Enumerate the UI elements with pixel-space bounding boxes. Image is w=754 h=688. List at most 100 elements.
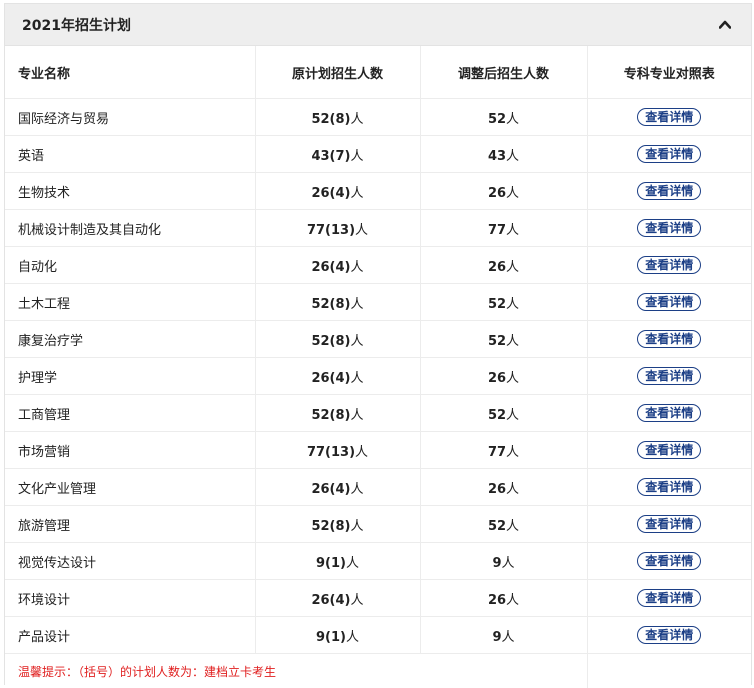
count-unit: 人 <box>351 519 364 534</box>
adjusted-plan-count: 52人 <box>420 321 587 358</box>
comparison-cell: 查看详情 <box>587 543 751 580</box>
comparison-cell: 查看详情 <box>587 99 751 136</box>
view-details-button[interactable]: 查看详情 <box>637 404 701 422</box>
view-details-button[interactable]: 查看详情 <box>637 441 701 459</box>
original-plan-count: 43(7)人 <box>255 136 420 173</box>
view-details-button[interactable]: 查看详情 <box>637 552 701 570</box>
comparison-cell: 查看详情 <box>587 580 751 617</box>
original-plan-count: 52(8)人 <box>255 99 420 136</box>
count-unit: 人 <box>351 334 364 349</box>
count-unit: 人 <box>351 112 364 127</box>
count-unit: 人 <box>351 297 364 312</box>
original-count-value: 77(13) <box>307 223 355 238</box>
adjusted-plan-count: 26人 <box>420 580 587 617</box>
adjusted-count-value: 26 <box>488 371 506 386</box>
comparison-cell: 查看详情 <box>587 284 751 321</box>
count-unit: 人 <box>506 186 519 201</box>
original-count-value: 52(8) <box>311 334 350 349</box>
major-name: 国际经济与贸易 <box>5 99 255 136</box>
count-unit: 人 <box>351 482 364 497</box>
table-row: 旅游管理52(8)人52人查看详情 <box>5 506 751 543</box>
view-details-button[interactable]: 查看详情 <box>637 145 701 163</box>
view-details-button[interactable]: 查看详情 <box>637 589 701 607</box>
adjusted-plan-count: 43人 <box>420 136 587 173</box>
enrollment-plan-panel: 2021年招生计划 专业名称 原计划招生人数 调整后招生人数 专科专业对照表 国… <box>4 3 752 685</box>
adjusted-plan-count: 26人 <box>420 173 587 210</box>
original-plan-count: 9(1)人 <box>255 617 420 654</box>
original-plan-count: 26(4)人 <box>255 173 420 210</box>
original-plan-count: 9(1)人 <box>255 543 420 580</box>
comparison-cell: 查看详情 <box>587 617 751 654</box>
adjusted-count-value: 52 <box>488 297 506 312</box>
adjusted-count-value: 52 <box>488 112 506 127</box>
table-row: 市场营销77(13)人77人查看详情 <box>5 432 751 469</box>
adjusted-count-value: 26 <box>488 260 506 275</box>
count-unit: 人 <box>506 593 519 608</box>
adjusted-plan-count: 26人 <box>420 469 587 506</box>
count-unit: 人 <box>351 260 364 275</box>
view-details-button[interactable]: 查看详情 <box>637 108 701 126</box>
enrollment-table: 专业名称 原计划招生人数 调整后招生人数 专科专业对照表 国际经济与贸易52(8… <box>5 46 751 688</box>
collapse-button[interactable] <box>715 15 735 35</box>
adjusted-plan-count: 52人 <box>420 99 587 136</box>
adjusted-plan-count: 26人 <box>420 358 587 395</box>
major-name: 环境设计 <box>5 580 255 617</box>
major-name: 土木工程 <box>5 284 255 321</box>
original-count-value: 43(7) <box>311 149 350 164</box>
original-count-value: 26(4) <box>311 593 350 608</box>
view-details-button[interactable]: 查看详情 <box>637 626 701 644</box>
original-count-value: 26(4) <box>311 371 350 386</box>
original-plan-count: 26(4)人 <box>255 469 420 506</box>
view-details-button[interactable]: 查看详情 <box>637 515 701 533</box>
comparison-cell: 查看详情 <box>587 247 751 284</box>
view-details-button[interactable]: 查看详情 <box>637 219 701 237</box>
view-details-button[interactable]: 查看详情 <box>637 367 701 385</box>
major-name: 护理学 <box>5 358 255 395</box>
original-plan-count: 52(8)人 <box>255 284 420 321</box>
adjusted-count-value: 52 <box>488 334 506 349</box>
adjusted-count-value: 26 <box>488 186 506 201</box>
table-row: 文化产业管理26(4)人26人查看详情 <box>5 469 751 506</box>
count-unit: 人 <box>351 149 364 164</box>
adjusted-plan-count: 52人 <box>420 395 587 432</box>
count-unit: 人 <box>355 223 368 238</box>
view-details-button[interactable]: 查看详情 <box>637 478 701 496</box>
count-unit: 人 <box>506 482 519 497</box>
note-row: 温馨提示：（括号）的计划人数为：建档立卡考生 <box>5 654 751 688</box>
comparison-cell: 查看详情 <box>587 321 751 358</box>
adjusted-plan-count: 77人 <box>420 210 587 247</box>
view-details-button[interactable]: 查看详情 <box>637 182 701 200</box>
chevron-up-icon <box>719 20 731 29</box>
table-row: 护理学26(4)人26人 查看详情 <box>5 358 751 395</box>
count-unit: 人 <box>506 223 519 238</box>
major-name: 工商管理 <box>5 395 255 432</box>
comparison-cell: 查看详情 <box>587 210 751 247</box>
original-count-value: 9(1) <box>316 630 346 645</box>
view-details-button[interactable]: 查看详情 <box>637 256 701 274</box>
adjusted-count-value: 52 <box>488 408 506 423</box>
adjusted-count-value: 9 <box>492 556 501 571</box>
comparison-cell: 查看详情 <box>587 358 751 395</box>
view-details-button[interactable]: 查看详情 <box>637 330 701 348</box>
panel-header[interactable]: 2021年招生计划 <box>5 4 751 46</box>
original-plan-count: 26(4)人 <box>255 358 420 395</box>
count-unit: 人 <box>506 297 519 312</box>
comparison-cell: 查看详情 <box>587 395 751 432</box>
original-plan-count: 26(4)人 <box>255 247 420 284</box>
count-unit: 人 <box>506 408 519 423</box>
comparison-cell: 查看详情 <box>587 432 751 469</box>
table-header-row: 专业名称 原计划招生人数 调整后招生人数 专科专业对照表 <box>5 46 751 99</box>
count-unit: 人 <box>506 260 519 275</box>
comparison-cell: 查看详情 <box>587 506 751 543</box>
view-details-button[interactable]: 查看详情 <box>637 293 701 311</box>
adjusted-plan-count: 52人 <box>420 284 587 321</box>
original-count-value: 26(4) <box>311 482 350 497</box>
table-row: 机械设计制造及其自动化77(13)人77人查看详情 <box>5 210 751 247</box>
adjusted-plan-count: 9人 <box>420 543 587 580</box>
adjusted-count-value: 77 <box>488 445 506 460</box>
original-count-value: 77(13) <box>307 445 355 460</box>
adjusted-plan-count: 52人 <box>420 506 587 543</box>
count-unit: 人 <box>351 186 364 201</box>
note-empty-cell <box>587 654 751 688</box>
table-row: 康复治疗学52(8)人52人查看详情 <box>5 321 751 358</box>
